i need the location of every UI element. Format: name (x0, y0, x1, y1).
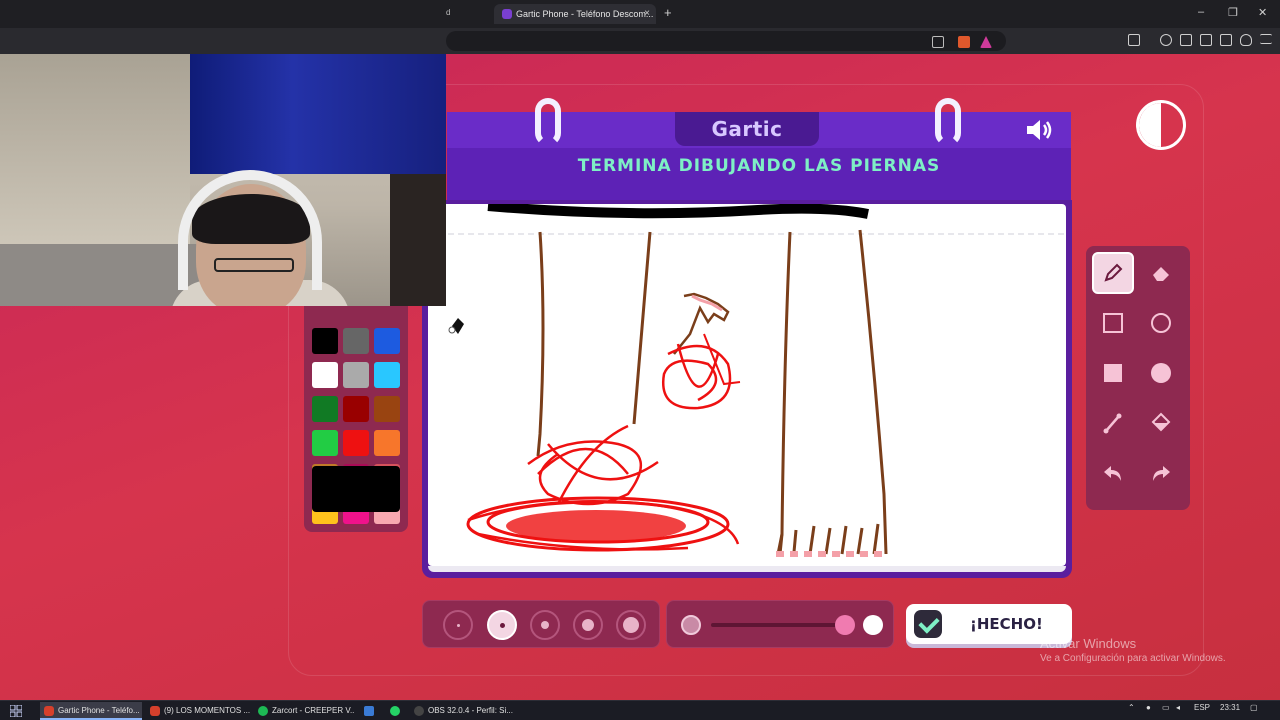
tab-partial[interactable]: d (446, 8, 450, 17)
taskbar-label: Zarcort - CREEPER V... (272, 706, 354, 715)
circle-outline-icon[interactable] (1140, 302, 1182, 344)
redo-icon[interactable] (1140, 452, 1182, 494)
color-swatch[interactable] (312, 430, 338, 456)
vpn-shield-icon[interactable] (1240, 34, 1252, 46)
drawing-instruction: TERMINA DIBUJANDO LAS PIERNAS (577, 156, 941, 176)
obs-icon (414, 706, 424, 716)
brush-size-2[interactable] (487, 610, 517, 640)
current-color-preview (312, 466, 400, 512)
extensions-icon[interactable] (1220, 34, 1232, 46)
paper-edge (428, 566, 1066, 572)
brush-size-1[interactable] (443, 610, 473, 640)
network-icon[interactable]: ▭ (1162, 703, 1170, 712)
drawing-canvas[interactable] (428, 204, 1066, 566)
cursor-icon (448, 318, 464, 334)
active-tab[interactable]: Gartic Phone - Teléfono Descom... × (494, 4, 656, 24)
volume-icon[interactable]: ◂ (1176, 703, 1180, 712)
activate-windows-watermark: Activar Windows Ve a Configuración para … (1040, 636, 1226, 664)
tray-chevron-icon[interactable]: ⌃ (1128, 703, 1135, 712)
brush-size-5[interactable] (616, 610, 646, 640)
wallet-icon[interactable] (1200, 34, 1212, 46)
brush-size-3[interactable] (530, 610, 560, 640)
notifications-icon[interactable]: ▢ (1250, 703, 1258, 712)
done-label: ¡HECHO! (970, 615, 1043, 633)
taskbar-label: (9) LOS MOMENTOS ... (164, 706, 250, 715)
sidebar-icon[interactable] (1180, 34, 1192, 46)
taskbar-item-obs[interactable]: OBS 32.0.4 - Perfil: Si... (410, 702, 514, 720)
contrast-toggle-icon[interactable] (1136, 100, 1186, 150)
rectangle-outline-icon[interactable] (1092, 302, 1134, 344)
canvas-frame (422, 200, 1072, 578)
taskbar-item-gartic[interactable]: Gartic Phone - Teléfo... (40, 702, 142, 720)
menu-icon[interactable] (1260, 34, 1272, 44)
brave-shield-icon[interactable] (958, 36, 970, 48)
spotify-icon (258, 706, 268, 716)
new-tab-button[interactable]: + (664, 5, 672, 20)
address-bar[interactable] (446, 31, 1006, 51)
opacity-slider[interactable] (666, 600, 894, 648)
brave-icon (44, 706, 54, 716)
eraser-icon[interactable] (1140, 252, 1182, 294)
notebook-ring-icon (535, 98, 561, 146)
rectangle-fill-icon[interactable] (1092, 352, 1134, 394)
app-icon[interactable] (364, 706, 374, 716)
color-swatch[interactable] (343, 362, 369, 388)
color-swatch[interactable] (312, 396, 338, 422)
circle-fill-icon[interactable] (1140, 352, 1182, 394)
color-swatch[interactable] (374, 362, 400, 388)
browser-tab-bar: d Gartic Phone - Teléfono Descom... × + … (0, 0, 1280, 28)
pencil-icon[interactable] (1092, 252, 1134, 294)
undo-icon[interactable] (1092, 452, 1134, 494)
tab-close-icon[interactable]: × (644, 4, 650, 24)
color-swatch[interactable] (343, 430, 369, 456)
opacity-handle[interactable] (835, 615, 855, 635)
color-swatch[interactable] (312, 328, 338, 354)
activate-title: Activar Windows (1040, 636, 1137, 651)
color-swatch[interactable] (343, 396, 369, 422)
taskbar-item-youtube[interactable]: (9) LOS MOMENTOS ... (146, 702, 250, 720)
line-icon[interactable] (1092, 402, 1134, 444)
gartic-favicon-icon (502, 9, 512, 19)
gartic-logo: Gartic (675, 112, 819, 146)
language-indicator[interactable]: ESP (1194, 703, 1210, 712)
taskbar-label: OBS 32.0.4 - Perfil: Si... (428, 706, 513, 715)
tool-panel (1086, 246, 1190, 510)
opacity-track[interactable] (711, 623, 847, 627)
windows-taskbar: Gartic Phone - Teléfo... (9) LOS MOMENTO… (0, 700, 1280, 720)
fill-bucket-icon[interactable] (1140, 402, 1182, 444)
gartic-page: Gartic TERMINA DIBUJANDO LAS PIERNAS ¡HE… (0, 54, 1280, 700)
taskbar-item-spotify[interactable]: Zarcort - CREEPER V... (254, 702, 354, 720)
screenshot-icon[interactable] (1128, 34, 1140, 46)
music-icon[interactable] (1160, 34, 1172, 46)
minimize-button[interactable]: – (1198, 6, 1204, 18)
color-swatch[interactable] (374, 430, 400, 456)
webcam-overlay (0, 54, 446, 306)
activate-subtitle: Ve a Configuración para activar Windows. (1040, 653, 1226, 664)
color-swatch[interactable] (312, 362, 338, 388)
clock[interactable]: 23:31 (1220, 703, 1240, 712)
color-swatch[interactable] (343, 328, 369, 354)
brush-size-4[interactable] (573, 610, 603, 640)
tab-title: Gartic Phone - Teléfono Descom... (516, 9, 654, 19)
notebook-ring-icon (935, 98, 961, 146)
color-swatch[interactable] (374, 328, 400, 354)
start-icon[interactable] (10, 705, 22, 717)
share-icon[interactable] (932, 36, 944, 48)
brave-icon (150, 706, 160, 716)
taskbar-label: Gartic Phone - Teléfo... (58, 706, 140, 715)
close-window-button[interactable]: ✕ (1258, 6, 1267, 19)
drawing-strokes (428, 204, 1066, 557)
speaker-icon[interactable] (1025, 117, 1055, 150)
address-toolbar (0, 28, 1280, 54)
brush-size-selector (422, 600, 660, 648)
opacity-max-icon (863, 615, 883, 635)
check-icon (914, 610, 942, 638)
game-header: Gartic TERMINA DIBUJANDO LAS PIERNAS (447, 98, 1071, 200)
maximize-button[interactable]: ❐ (1228, 6, 1238, 19)
rewards-icon[interactable] (980, 36, 992, 48)
whatsapp-icon[interactable] (390, 706, 400, 716)
color-swatch[interactable] (374, 396, 400, 422)
opacity-min-icon (681, 615, 701, 635)
microphone-icon[interactable]: ● (1146, 703, 1151, 712)
